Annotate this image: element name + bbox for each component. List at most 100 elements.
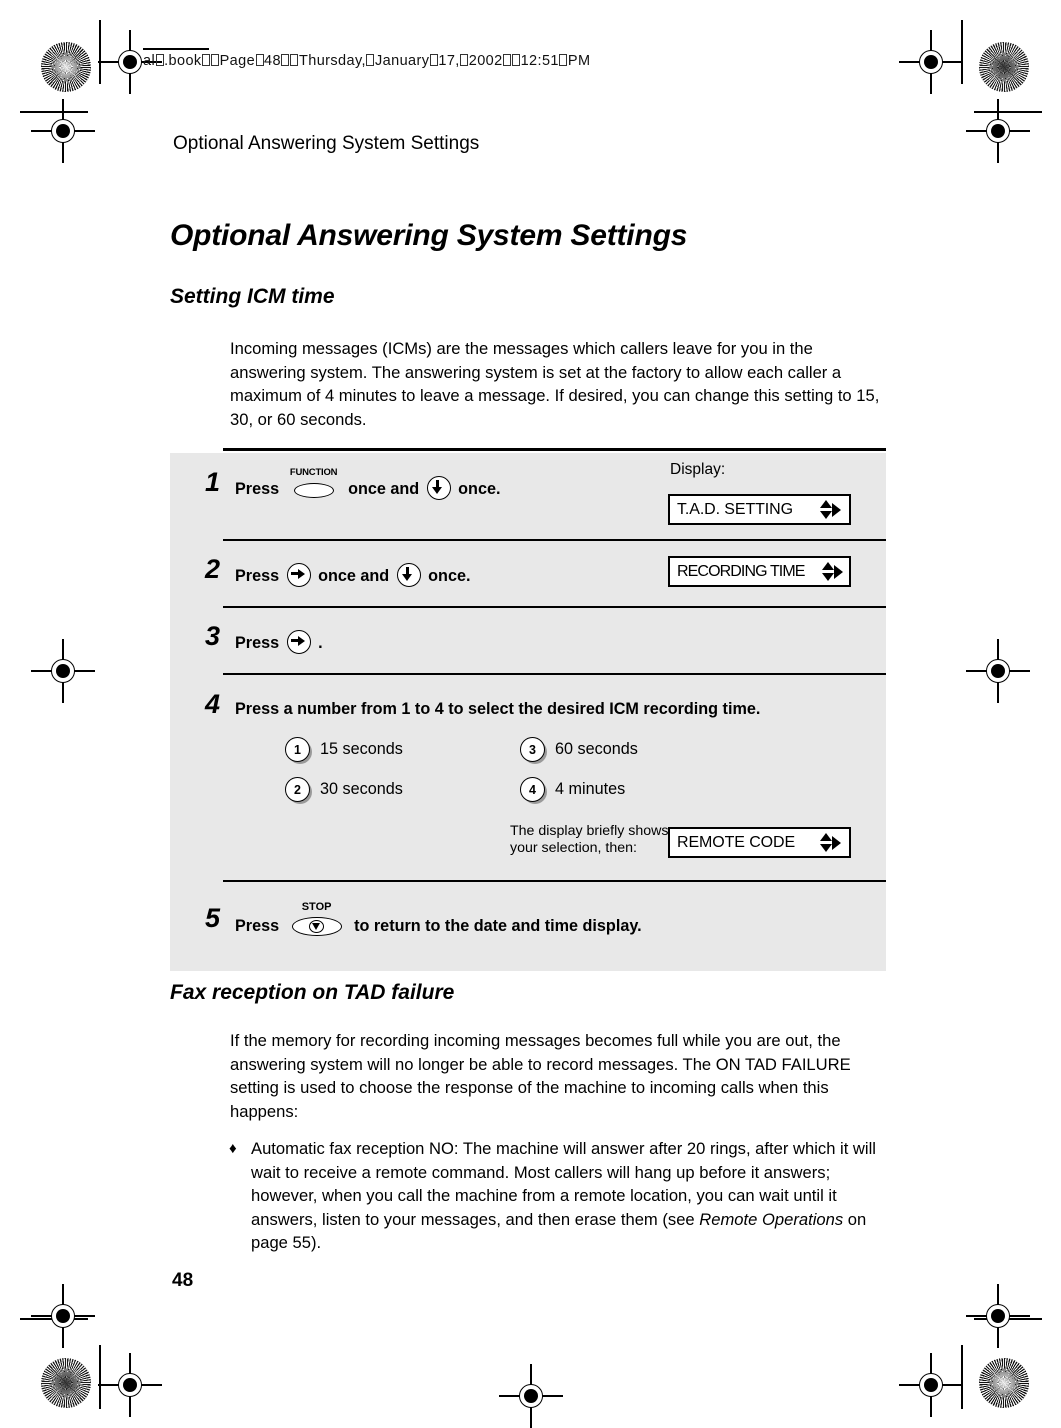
crop-line-top-left-vertical xyxy=(99,20,101,84)
paragraph-tad-intro: If the memory for recording incoming mes… xyxy=(230,1031,851,1121)
step-2-text-before: Press xyxy=(235,567,280,585)
registration-mark-lower-right-inner xyxy=(966,1284,1030,1348)
missing-glyph-box xyxy=(281,54,290,66)
step-1-text-after: once. xyxy=(458,480,501,498)
step-3-text-after: . xyxy=(318,634,323,652)
right-arrow-key-icon[interactable] xyxy=(286,563,311,587)
bullet-text-italic-reference: Remote Operations xyxy=(699,1209,844,1229)
print-density-star-bottom-right xyxy=(979,1358,1029,1408)
display-arrows-icon xyxy=(818,499,842,520)
display-step-1-text: T.A.D. SETTING xyxy=(677,500,793,518)
number-key-2-icon[interactable]: 2 xyxy=(285,777,310,802)
display-step-2: RECORDING TIME xyxy=(668,556,851,587)
crop-line-top-left-horizontal xyxy=(20,111,88,113)
step-4-number: 4 xyxy=(205,689,221,719)
step-4-text: Press a number from 1 to 4 to select the… xyxy=(235,700,761,718)
step-rule-1 xyxy=(223,539,886,541)
crop-line-bottom-left-vertical xyxy=(99,1345,101,1409)
down-arrow-key-icon[interactable] xyxy=(396,563,421,587)
display-step-2-text: RECORDING TIME xyxy=(677,562,805,580)
bullet-text: Automatic fax reception NO: The machine … xyxy=(251,1137,889,1255)
print-density-star-top-right xyxy=(979,42,1029,92)
diamond-bullet-icon: ♦ xyxy=(229,1140,237,1157)
missing-glyph-box xyxy=(290,54,299,66)
step-5-text-before: Press xyxy=(235,917,280,935)
page-number: 48 xyxy=(172,1270,194,1291)
right-arrow-key-icon[interactable] xyxy=(286,630,311,654)
brief-display-note: The display briefly shows your selection… xyxy=(510,823,669,856)
missing-glyph-box xyxy=(211,54,220,66)
missing-glyph-box xyxy=(559,54,568,66)
display-step-4-text: REMOTE CODE xyxy=(677,833,796,851)
registration-mark-bottom-right xyxy=(899,1353,963,1417)
crop-line-bottom-right-vertical xyxy=(961,1345,963,1409)
stop-button[interactable]: STOP xyxy=(289,901,345,936)
function-button[interactable]: FUNCTION xyxy=(288,467,340,498)
step-3-number: 3 xyxy=(205,621,221,651)
missing-glyph-box xyxy=(512,54,521,66)
file-stamp-rule xyxy=(143,48,209,50)
step-1-text: Press FUNCTION once and once. xyxy=(235,467,501,500)
icm-option-1-label: 15 seconds xyxy=(320,740,403,758)
missing-glyph-box xyxy=(429,54,438,66)
crop-line-bottom-right-horizontal xyxy=(974,1318,1042,1320)
step-1-text-before: Press xyxy=(235,480,280,498)
step-2-text: Press once and once. xyxy=(235,563,470,587)
step-5-text: Press STOP to return to the date and tim… xyxy=(235,901,642,936)
missing-glyph-box xyxy=(366,54,375,66)
display-step-4: REMOTE CODE xyxy=(668,827,851,858)
step-rule-2 xyxy=(223,606,886,608)
step-2-number: 2 xyxy=(205,554,221,584)
step-2-text-after: once. xyxy=(428,567,471,585)
print-density-star-bottom-left xyxy=(41,1358,91,1408)
procedure-panel: Display: 1 Press FUNCTION once and once.… xyxy=(170,448,886,971)
function-button-body xyxy=(293,483,334,498)
registration-mark-upper-right-inner xyxy=(966,99,1030,163)
missing-glyph-box xyxy=(460,54,469,66)
step-3-text-before: Press xyxy=(235,634,280,652)
registration-mark-upper-left-inner xyxy=(31,99,95,163)
registration-mark-lower-left-inner xyxy=(31,1284,95,1348)
down-arrow-key-icon[interactable] xyxy=(426,476,451,500)
number-key-4-icon[interactable]: 4 xyxy=(520,777,545,802)
crop-line-top-right-horizontal xyxy=(974,111,1042,113)
step-1-number: 1 xyxy=(205,467,221,497)
section-heading-fax-reception: Fax reception on TAD failure xyxy=(170,981,455,1004)
icm-option-4-label: 4 minutes xyxy=(555,780,626,798)
running-head: Optional Answering System Settings xyxy=(173,133,480,154)
display-arrows-icon xyxy=(818,832,842,853)
missing-glyph-box xyxy=(255,54,264,66)
stop-button-triangle-icon xyxy=(311,923,320,930)
icm-option-2-label: 30 seconds xyxy=(320,780,403,798)
step-1-text-middle: once and xyxy=(348,480,420,498)
panel-top-rule xyxy=(223,448,886,451)
section-heading-setting-icm-time: Setting ICM time xyxy=(170,285,335,308)
crop-line-bottom-left-horizontal xyxy=(20,1318,88,1320)
missing-glyph-box xyxy=(202,54,211,66)
missing-glyph-box xyxy=(503,54,512,66)
missing-glyph-box xyxy=(155,54,164,66)
number-key-1-icon[interactable]: 1 xyxy=(285,737,310,762)
step-rule-4 xyxy=(223,880,886,882)
registration-mark-top-right xyxy=(899,30,963,94)
registration-mark-bottom-center xyxy=(499,1364,563,1428)
print-density-star-top-left xyxy=(41,42,91,92)
function-button-label: FUNCTION xyxy=(289,467,338,478)
page-title: Optional Answering System Settings xyxy=(170,219,688,252)
icm-option-3-label: 60 seconds xyxy=(555,740,638,758)
stop-button-label: STOP xyxy=(301,901,332,913)
step-5-number: 5 xyxy=(205,903,221,933)
display-step-1: T.A.D. SETTING xyxy=(668,494,851,525)
registration-mark-bottom-left xyxy=(98,1353,162,1417)
display-arrows-icon xyxy=(820,561,843,582)
crop-line-top-right-vertical xyxy=(961,20,963,84)
paragraph-icm-intro: Incoming messages (ICMs) are the message… xyxy=(230,339,880,429)
registration-mark-middle-right xyxy=(966,639,1030,703)
display-column-label: Display: xyxy=(670,461,726,478)
step-2-text-middle: once and xyxy=(318,567,390,585)
file-stamp: al .book Page 48 Thursday, January 17, 2002 12:5… xyxy=(143,53,591,69)
step-3-text: Press . xyxy=(235,630,323,654)
number-key-3-icon[interactable]: 3 xyxy=(520,737,545,762)
bullet-automatic-fax-reception: ♦ Automatic fax reception NO: The machin… xyxy=(229,1137,889,1255)
step-rule-3 xyxy=(223,673,886,675)
